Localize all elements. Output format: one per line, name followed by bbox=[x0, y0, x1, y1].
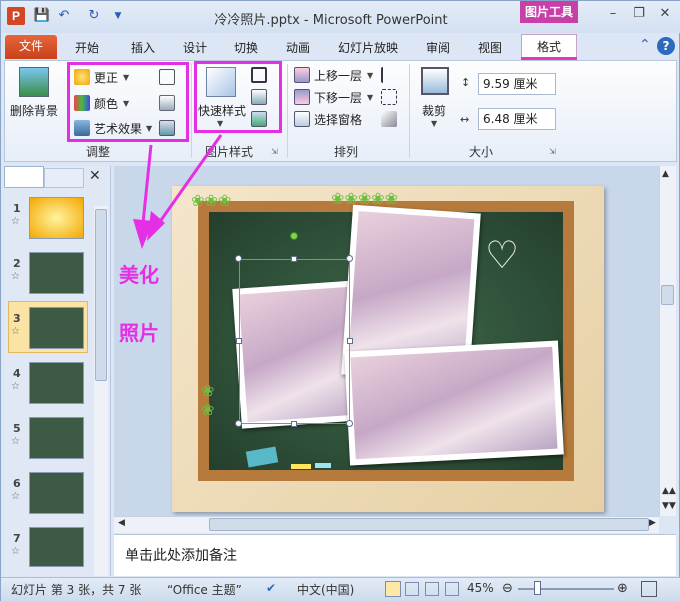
vertical-scrollbar[interactable] bbox=[659, 166, 676, 516]
slide-sorter-view-icon[interactable] bbox=[405, 582, 419, 596]
horizontal-scrollbar-thumb[interactable] bbox=[209, 518, 649, 531]
previous-slide-icon[interactable]: ▲▲ bbox=[662, 486, 676, 496]
zoom-in-icon[interactable]: ⊕ bbox=[617, 581, 628, 596]
annotation-label-2: 照片 bbox=[119, 321, 159, 345]
notes-placeholder[interactable]: 单击此处添加备注 bbox=[125, 545, 237, 565]
scroll-right-icon[interactable]: ▶ bbox=[649, 518, 656, 528]
reading-view-icon[interactable] bbox=[425, 582, 439, 596]
zoom-slider-knob[interactable] bbox=[534, 581, 541, 595]
theme-status[interactable]: “Office 主题” bbox=[167, 581, 242, 598]
annotation-arrows bbox=[133, 134, 223, 249]
scroll-left-icon[interactable]: ◀ bbox=[118, 518, 125, 528]
language-status[interactable]: 中文(中国) bbox=[297, 581, 354, 598]
fit-to-window-icon[interactable] bbox=[641, 581, 657, 597]
annotation-label-1: 美化 bbox=[119, 263, 159, 287]
powerpoint-window: P 💾 ↶ ↻ ▼ 冷冷照片.pptx - Microsoft PowerPoi… bbox=[0, 0, 680, 601]
zoom-out-icon[interactable]: ⊖ bbox=[502, 581, 513, 596]
normal-view-icon[interactable] bbox=[385, 581, 401, 597]
slide-count-status: 幻灯片 第 3 张，共 7 张 bbox=[11, 583, 142, 597]
slideshow-view-icon[interactable] bbox=[445, 582, 459, 596]
next-slide-icon[interactable]: ▼▼ bbox=[662, 501, 676, 511]
spell-check-icon[interactable]: ✔ bbox=[266, 581, 276, 595]
vertical-scrollbar-thumb[interactable] bbox=[661, 285, 674, 305]
zoom-slider[interactable] bbox=[518, 588, 614, 590]
scroll-up-icon[interactable]: ▲ bbox=[662, 169, 669, 179]
zoom-level[interactable]: 45% bbox=[467, 581, 494, 595]
